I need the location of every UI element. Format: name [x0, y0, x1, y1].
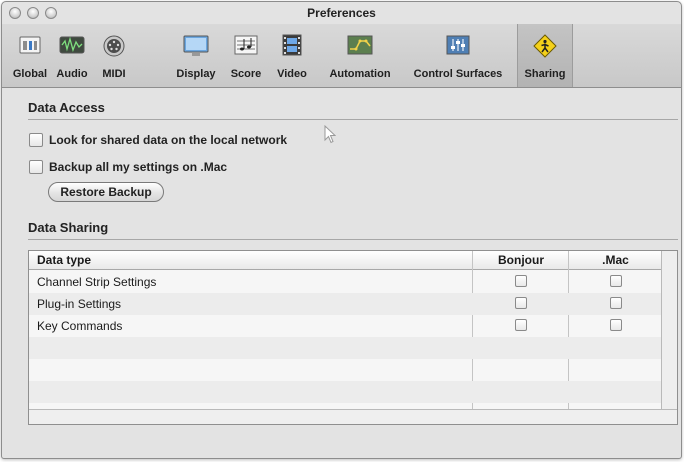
tab-control-surfaces[interactable]: Control Surfaces: [404, 24, 512, 87]
data-type-cell: Key Commands: [37, 319, 123, 333]
tab-label: Global: [12, 68, 48, 80]
minimize-window-button[interactable]: [27, 7, 39, 19]
tab-video[interactable]: Video: [270, 24, 314, 87]
tab-automation[interactable]: Automation: [320, 24, 400, 87]
tab-sharing[interactable]: Sharing: [517, 24, 573, 87]
horizontal-scrollbar[interactable]: [29, 409, 677, 424]
empty-row: [29, 337, 662, 359]
score-icon: [234, 35, 258, 55]
look-shared-label: Look for shared data on the local networ…: [49, 133, 288, 147]
data-sharing-table: Data type Bonjour .Mac Channel Strip Set…: [28, 250, 678, 425]
backup-checkbox[interactable]: [29, 160, 43, 174]
tab-midi[interactable]: MIDI: [94, 24, 134, 87]
column-header-data-type[interactable]: Data type: [37, 251, 91, 270]
mac-checkbox[interactable]: [610, 297, 622, 309]
look-shared-row: Look for shared data on the local networ…: [29, 132, 287, 148]
empty-row: [29, 381, 662, 403]
column-header-bonjour[interactable]: Bonjour: [473, 251, 569, 270]
table-row[interactable]: Plug-in Settings: [29, 293, 662, 315]
tab-label: Automation: [329, 68, 391, 80]
tab-global[interactable]: Global: [10, 24, 50, 87]
data-access-heading: Data Access: [28, 100, 105, 115]
tab-audio[interactable]: Audio: [52, 24, 92, 87]
title-bar: Preferences: [2, 2, 681, 24]
sharing-icon: [533, 34, 557, 58]
display-icon: [183, 35, 209, 56]
preferences-window: Preferences Global Audio MIDI Display Sc…: [1, 1, 682, 459]
mouse-pointer-icon: [324, 125, 336, 144]
close-window-button[interactable]: [9, 7, 21, 19]
table-row[interactable]: Channel Strip Settings: [29, 271, 662, 293]
window-title: Preferences: [307, 6, 376, 20]
tab-label: Sharing: [524, 68, 566, 80]
divider: [28, 119, 678, 120]
backup-label: Backup all my settings on .Mac: [49, 160, 228, 174]
control-surfaces-icon: [446, 35, 470, 55]
tab-label: Control Surfaces: [413, 68, 503, 80]
global-icon: [19, 36, 41, 54]
divider: [28, 239, 678, 240]
column-header-mac[interactable]: .Mac: [569, 251, 662, 270]
bonjour-checkbox[interactable]: [515, 275, 527, 287]
mac-checkbox[interactable]: [610, 275, 622, 287]
tab-score[interactable]: Score: [226, 24, 266, 87]
data-type-cell: Plug-in Settings: [37, 297, 122, 311]
tab-label: Video: [277, 68, 307, 80]
audio-icon: [59, 36, 85, 54]
data-sharing-heading: Data Sharing: [28, 220, 109, 235]
data-type-cell: Channel Strip Settings: [37, 275, 157, 289]
video-icon: [282, 34, 302, 56]
look-shared-checkbox[interactable]: [29, 133, 43, 147]
bonjour-checkbox[interactable]: [515, 319, 527, 331]
vertical-scrollbar[interactable]: [661, 251, 677, 410]
automation-icon: [347, 35, 373, 55]
tab-label: MIDI: [102, 68, 126, 80]
tab-label: Audio: [56, 68, 88, 80]
tab-label: Score: [230, 68, 262, 80]
backup-row: Backup all my settings on .Mac: [29, 159, 227, 175]
tab-display[interactable]: Display: [168, 24, 224, 87]
preferences-toolbar: Global Audio MIDI Display Score Video Au…: [2, 24, 681, 88]
empty-row: [29, 359, 662, 381]
tab-label: Display: [176, 68, 216, 80]
restore-backup-button[interactable]: Restore Backup: [48, 182, 164, 202]
table-row[interactable]: Key Commands: [29, 315, 662, 337]
bonjour-checkbox[interactable]: [515, 297, 527, 309]
zoom-window-button[interactable]: [45, 7, 57, 19]
mac-checkbox[interactable]: [610, 319, 622, 331]
midi-icon: [103, 35, 125, 57]
